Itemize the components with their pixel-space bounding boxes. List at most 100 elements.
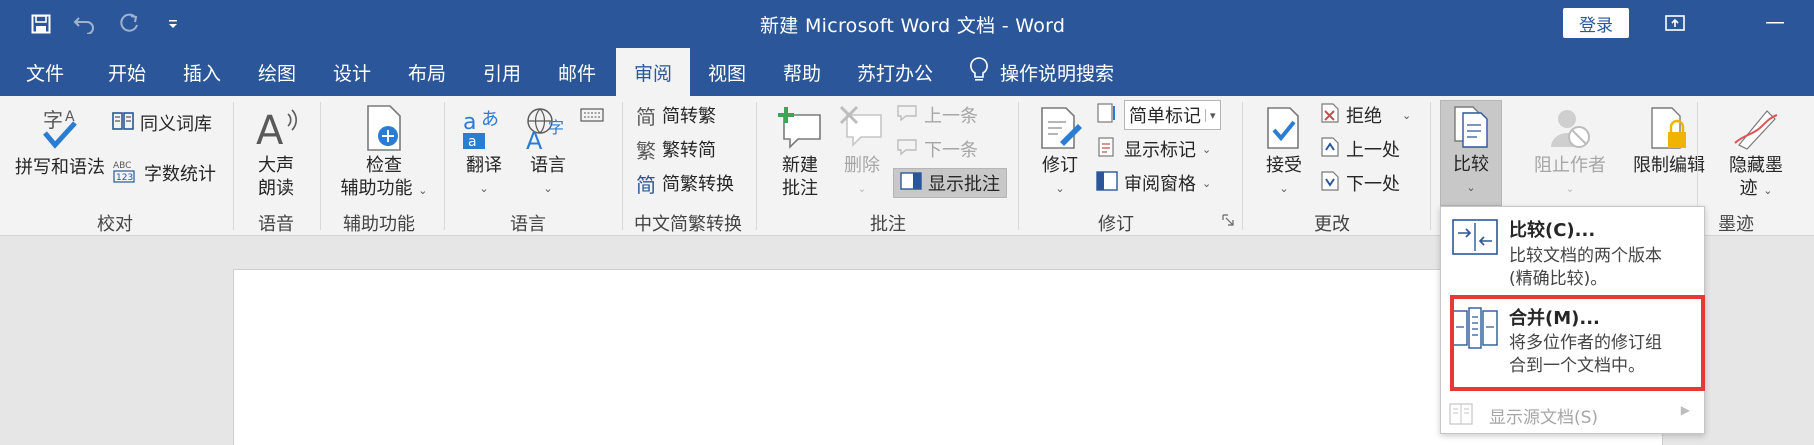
tab-view[interactable]: 视图 (692, 48, 762, 96)
chinese-conversion-button[interactable]: 简 简繁转换 (636, 168, 734, 198)
hide-ink-label-2: 迹 ⌄ (1739, 178, 1773, 199)
svg-text:123: 123 (116, 173, 133, 183)
chevron-down-icon: ⌄ (1202, 142, 1212, 156)
chevron-down-icon: ⌄ (1565, 182, 1575, 195)
show-comments-icon (900, 171, 922, 195)
tracking-options-launcher-icon[interactable] (1222, 210, 1234, 230)
svg-text:字: 字 (43, 108, 63, 132)
show-comments-button[interactable]: 显示批注 (893, 168, 1007, 198)
tab-layout[interactable]: 布局 (392, 48, 462, 96)
svg-text:ABC: ABC (113, 161, 131, 171)
redo-icon[interactable] (116, 11, 142, 37)
group-separator (756, 102, 757, 230)
chevron-down-icon: ⌄ (857, 182, 867, 195)
tell-me-label: 操作说明搜索 (1000, 62, 1115, 85)
reject-button[interactable]: 拒绝 ⌄ (1320, 100, 1411, 130)
ribbon-display-options-icon[interactable] (1660, 8, 1690, 38)
tell-me-search[interactable]: 操作说明搜索 (970, 48, 1114, 96)
reviewing-pane-button[interactable]: 审阅窗格 ⌄ (1096, 168, 1211, 198)
markup-display-select[interactable]: 简单标记 ▾ (1096, 100, 1221, 130)
save-icon[interactable] (28, 11, 54, 37)
accept-button[interactable]: 接受 ⌄ (1254, 102, 1314, 200)
tab-suda-office[interactable]: 苏打办公 (845, 48, 945, 96)
thesaurus-button[interactable]: 同义词库 (112, 108, 212, 138)
show-comments-label: 显示批注 (928, 174, 1000, 195)
next-comment-button[interactable]: 下一条 (896, 134, 978, 164)
word-count-label: 字数统计 (144, 164, 216, 185)
block-authors-button[interactable]: 阻止作者 ⌄ (1524, 102, 1616, 200)
menu-item-show-source-documents[interactable]: 显示源文档(S) ▶ (1441, 399, 1704, 429)
undo-icon[interactable] (72, 11, 98, 37)
tab-insert[interactable]: 插入 (167, 48, 237, 96)
next-change-button[interactable]: 下一处 (1320, 168, 1400, 198)
previous-change-icon (1320, 136, 1340, 163)
previous-change-button[interactable]: 上一处 (1320, 134, 1400, 164)
compare-button[interactable]: 比较 ⌄ (1440, 100, 1502, 206)
show-markup-button[interactable]: 显示标记 ⌄ (1096, 134, 1211, 164)
group-label-comments: 批注 (870, 214, 906, 235)
reviewing-pane-icon (1096, 170, 1118, 196)
markup-display-field[interactable]: 简单标记 ▾ (1124, 100, 1221, 130)
to-simplified-button[interactable]: 繁 繁转简 (636, 134, 716, 164)
tab-mailings[interactable]: 邮件 (542, 48, 612, 96)
group-separator (1242, 102, 1243, 230)
chinese-conversion-icon: 简 (636, 172, 656, 197)
read-aloud-label-1: 大声 (258, 155, 294, 176)
group-separator (320, 102, 321, 230)
previous-comment-button[interactable]: 上一条 (896, 100, 978, 130)
customize-qat-icon[interactable] (160, 11, 186, 37)
document-title: 新建 Microsoft Word 文档 - Word (760, 15, 1066, 37)
tab-help[interactable]: 帮助 (767, 48, 837, 96)
tab-references[interactable]: 引用 (467, 48, 537, 96)
group-separator (233, 102, 234, 230)
hide-ink-button[interactable]: 隐藏墨 迹 ⌄ (1706, 102, 1806, 202)
tab-file[interactable]: 文件 (12, 48, 78, 96)
track-changes-label: 修订 (1042, 155, 1078, 176)
translate-button[interactable]: aあa 翻译 ⌄ (456, 102, 512, 200)
markup-display-icon (1096, 102, 1118, 129)
delete-comment-label: 删除 (844, 155, 880, 176)
track-changes-button[interactable]: 修订 ⌄ (1030, 102, 1090, 200)
new-comment-button[interactable]: 新建 批注 (770, 102, 830, 200)
delete-comment-button[interactable]: 删除 ⌄ (834, 102, 890, 200)
restrict-editing-button[interactable]: 限制编辑 (1620, 102, 1718, 177)
word-count-button[interactable]: ABC 123 字数统计 (112, 158, 216, 188)
next-change-icon (1320, 170, 1340, 197)
compare-icon (1445, 101, 1497, 153)
chevron-down-icon: ⌄ (1402, 108, 1412, 122)
reject-icon (1320, 102, 1340, 129)
language-icon: A字 (522, 102, 574, 154)
spelling-grammar-button[interactable]: 字A 拼写和语法 (12, 102, 108, 179)
tab-draw[interactable]: 绘图 (242, 48, 312, 96)
svg-text:あ: あ (481, 109, 499, 130)
language-button[interactable]: A字 语言 ⌄ (518, 102, 578, 200)
delete-comment-icon (836, 102, 888, 154)
group-label-proofing: 校对 (97, 214, 133, 235)
compare-desc-line-1: 比较文档的两个版本 (1509, 246, 1662, 266)
tab-design[interactable]: 设计 (317, 48, 387, 96)
to-traditional-button[interactable]: 简 简转繁 (636, 100, 716, 130)
login-button[interactable]: 登录 (1563, 8, 1629, 38)
chevron-down-icon: ⌄ (418, 184, 428, 197)
reviewing-pane-label: 审阅窗格 (1124, 174, 1196, 195)
ribbon-tabs: 文件 开始 插入 绘图 设计 布局 引用 邮件 审阅 视图 帮助 苏打办公 操作… (0, 48, 1814, 96)
lightbulb-icon (970, 56, 988, 88)
minimize-icon[interactable] (1760, 8, 1790, 38)
dropdown-arrow-icon: ▾ (1205, 108, 1216, 122)
read-aloud-icon: A (250, 102, 302, 154)
group-separator (1430, 102, 1431, 230)
translate-label: 翻译 (466, 155, 502, 176)
submenu-arrow-icon: ▶ (1680, 403, 1690, 417)
next-comment-label: 下一条 (924, 140, 978, 161)
keyboard-icon[interactable] (580, 100, 604, 130)
tab-home[interactable]: 开始 (92, 48, 162, 96)
svg-text:A: A (526, 127, 543, 151)
check-accessibility-label-1: 检查 (366, 155, 402, 176)
read-aloud-button[interactable]: A 大声 朗读 (244, 102, 308, 200)
restrict-editing-label: 限制编辑 (1633, 155, 1705, 176)
menu-item-compare[interactable]: 比较(C)... 比较文档的两个版本 (精确比较)。 (1441, 207, 1704, 289)
previous-comment-icon (896, 104, 918, 127)
check-accessibility-button[interactable]: 检查 辅助功能 ⌄ (332, 102, 436, 202)
tab-review[interactable]: 审阅 (616, 48, 690, 96)
group-separator (444, 102, 445, 230)
